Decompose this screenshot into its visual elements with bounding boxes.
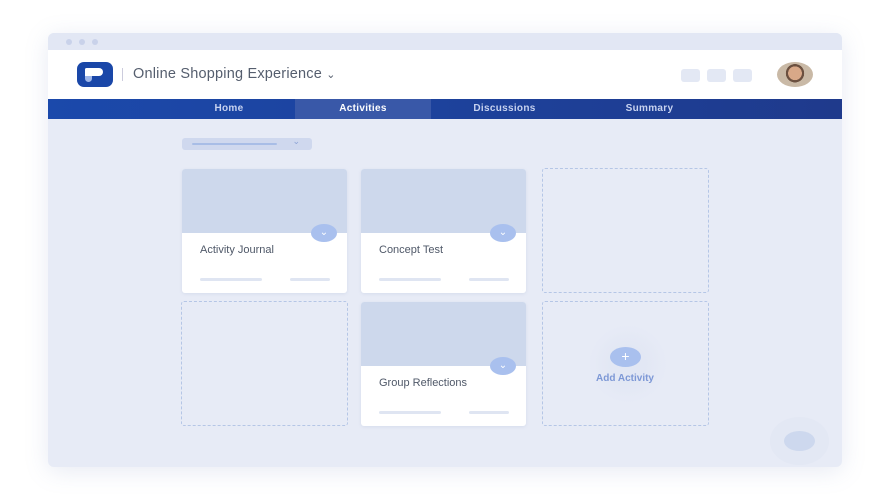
placeholder-line bbox=[469, 278, 509, 281]
add-activity-slot[interactable]: + Add Activity bbox=[542, 301, 709, 426]
tab-discussions[interactable]: Discussions bbox=[438, 99, 571, 119]
chevron-down-icon[interactable]: ⌄ bbox=[311, 224, 337, 242]
filter-dropdown[interactable]: ⌄ bbox=[182, 136, 312, 150]
window-dot bbox=[79, 39, 85, 45]
avatar[interactable] bbox=[777, 62, 813, 87]
window-dot bbox=[92, 39, 98, 45]
placeholder-line bbox=[290, 278, 330, 281]
filter-placeholder bbox=[192, 143, 277, 145]
plus-icon[interactable]: + bbox=[610, 347, 641, 367]
chevron-down-icon[interactable]: ⌄ bbox=[490, 357, 516, 375]
placeholder-line bbox=[379, 411, 441, 414]
chevron-down-icon: ⌄ bbox=[292, 136, 300, 146]
placeholder-line bbox=[200, 278, 262, 281]
header-button[interactable] bbox=[733, 69, 752, 82]
activity-card[interactable]: ⌄ Activity Journal bbox=[182, 169, 347, 293]
floating-action-button[interactable] bbox=[784, 431, 815, 451]
divider bbox=[122, 68, 123, 81]
app-window: Online Shopping Experience ⌄ Home Activi… bbox=[48, 33, 842, 467]
chevron-down-icon[interactable]: ⌄ bbox=[490, 224, 516, 242]
tab-home[interactable]: Home bbox=[164, 99, 294, 119]
header-button[interactable] bbox=[681, 69, 700, 82]
main-nav: Home Activities Discussions Summary bbox=[48, 99, 842, 119]
add-activity-label[interactable]: Add Activity bbox=[543, 373, 707, 384]
empty-slot bbox=[181, 301, 348, 426]
window-dot bbox=[66, 39, 72, 45]
project-title: Online Shopping Experience bbox=[133, 66, 322, 82]
card-title: Group Reflections bbox=[379, 377, 468, 389]
tab-summary[interactable]: Summary bbox=[583, 99, 716, 119]
app-header: Online Shopping Experience ⌄ bbox=[48, 50, 842, 99]
card-title: Concept Test bbox=[379, 244, 444, 256]
activity-card[interactable]: ⌄ Concept Test bbox=[361, 169, 526, 293]
app-logo[interactable] bbox=[77, 62, 113, 87]
chevron-down-icon: ⌄ bbox=[326, 69, 336, 81]
card-title: Activity Journal bbox=[200, 244, 274, 256]
placeholder-line bbox=[379, 278, 441, 281]
activity-card[interactable]: ⌄ Group Reflections bbox=[361, 302, 526, 426]
window-titlebar bbox=[48, 33, 842, 50]
empty-slot bbox=[542, 168, 709, 293]
project-selector[interactable]: Online Shopping Experience ⌄ bbox=[133, 66, 336, 82]
tab-activities[interactable]: Activities bbox=[295, 99, 431, 119]
header-button[interactable] bbox=[707, 69, 726, 82]
placeholder-line bbox=[469, 411, 509, 414]
